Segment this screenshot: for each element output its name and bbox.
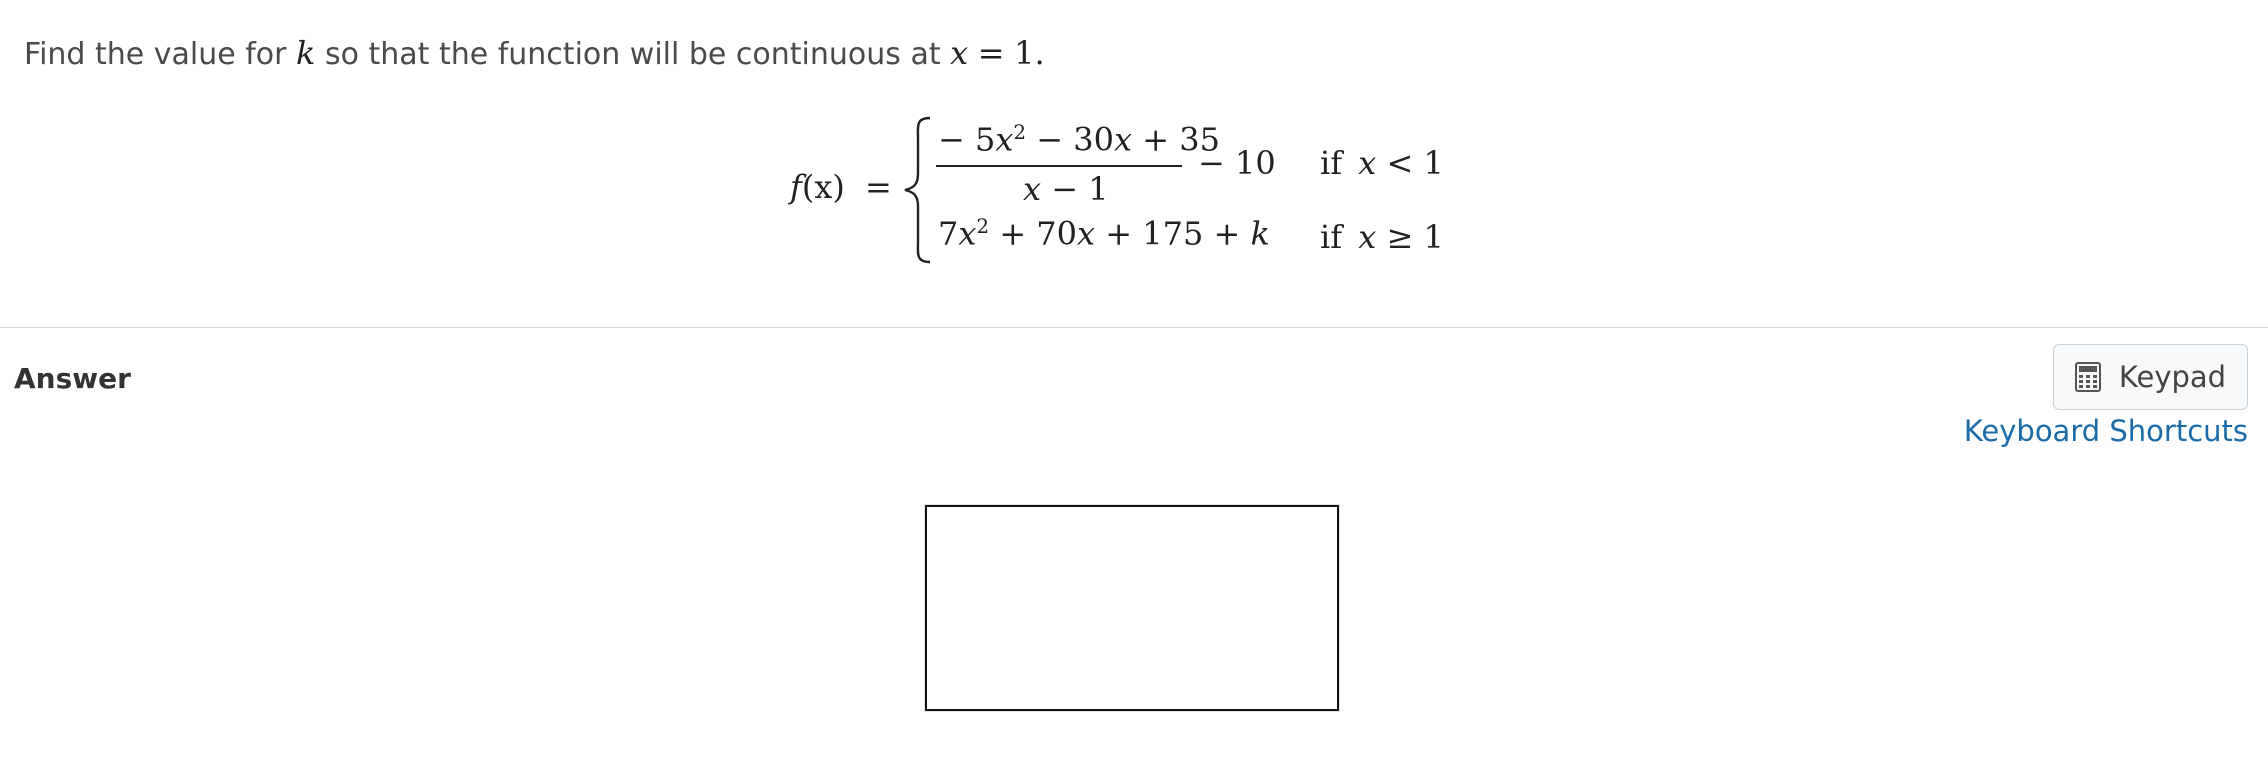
left-brace-icon: [904, 116, 931, 264]
question-text-2: so that the function will be continuous …: [315, 37, 951, 72]
question-var-k: k: [296, 34, 316, 72]
case1-tail: − 10: [1198, 144, 1276, 182]
case1-denominator: x − 1: [1023, 170, 1109, 208]
fraction-bar: [936, 165, 1182, 167]
answer-label: Answer: [14, 362, 131, 395]
question-value: 1: [1014, 34, 1035, 72]
question-var-x: x: [950, 34, 969, 72]
question-period: .: [1034, 34, 1045, 72]
question-equals: =: [977, 34, 1005, 72]
case1-condition: if x < 1: [1320, 144, 1444, 182]
answer-input[interactable]: [925, 505, 1339, 711]
question-prompt: Find the value for k so that the functio…: [24, 34, 1045, 72]
case2-condition: if x ≥ 1: [1320, 218, 1444, 256]
section-divider: [0, 327, 2268, 328]
case2-expression: 7x2 + 70x + 175 + k: [938, 214, 1270, 253]
question-text-1: Find the value for: [24, 37, 297, 72]
keypad-button[interactable]: Keypad: [2053, 344, 2248, 410]
case1-numerator: − 5x2 − 30x + 35: [938, 120, 1220, 159]
piecewise-function: f(x) = − 5x2 − 30x + 35 x − 1 − 10 if x …: [790, 110, 1490, 270]
function-lhs: f(x) =: [790, 168, 892, 206]
calculator-icon: [2074, 362, 2101, 392]
keyboard-shortcuts-link[interactable]: Keyboard Shortcuts: [1964, 414, 2248, 448]
keypad-label: Keypad: [2118, 360, 2227, 394]
